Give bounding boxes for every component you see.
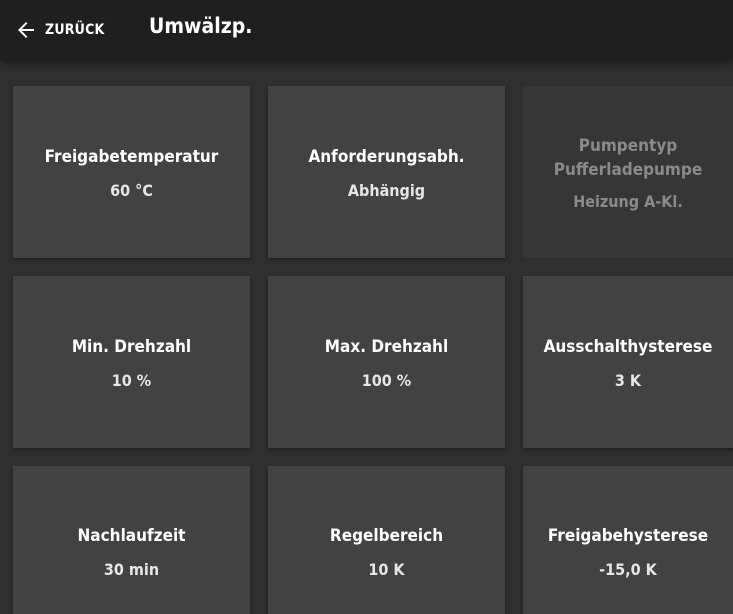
- tile-label: Min. Drehzahl: [71, 336, 192, 357]
- tile-value: 10 %: [111, 370, 152, 390]
- tile-label-line-1: Pumpentyp: [578, 135, 678, 156]
- tile-label: Max. Drehzahl: [324, 336, 449, 357]
- tile-label: Freigabetemperatur: [44, 146, 219, 167]
- back-button[interactable]: ZURÜCK: [14, 17, 105, 43]
- tile-label: Regelbereich: [329, 525, 444, 546]
- tile-value: 10 K: [368, 559, 405, 579]
- tile-label: Freigabehysterese: [547, 525, 709, 546]
- tile-freigabetemperatur[interactable]: Freigabetemperatur 60 °C: [13, 86, 250, 258]
- tile-value: 30 min: [103, 559, 160, 579]
- tile-value: 3 K: [614, 370, 642, 390]
- tile-label-line-2: Pufferladepumpe: [553, 159, 703, 180]
- tile-value: -15,0 K: [599, 559, 657, 579]
- tile-value: Heizung A-Kl.: [573, 191, 683, 211]
- tile-max-drehzahl[interactable]: Max. Drehzahl 100 %: [268, 276, 505, 448]
- tile-value: Abhängig: [347, 180, 426, 200]
- tile-value: 100 %: [361, 370, 412, 390]
- tile-freigabehysterese[interactable]: Freigabehysterese -15,0 K: [523, 466, 733, 614]
- app-header: ZURÜCK Umwälzp.: [0, 0, 733, 60]
- tile-min-drehzahl[interactable]: Min. Drehzahl 10 %: [13, 276, 250, 448]
- page-title: Umwälzp.: [149, 14, 253, 38]
- tile-anforderungsabh[interactable]: Anforderungsabh. Abhängig: [268, 86, 505, 258]
- tile-pumpentyp: Pumpentyp Pufferladepumpe Heizung A-Kl.: [523, 86, 733, 258]
- tile-label: Nachlaufzeit: [77, 525, 186, 546]
- tile-ausschalthysterese[interactable]: Ausschalthysterese 3 K: [523, 276, 733, 448]
- tile-nachlaufzeit[interactable]: Nachlaufzeit 30 min: [13, 466, 250, 614]
- arrow-left-icon: [14, 18, 38, 42]
- back-label: ZURÜCK: [45, 22, 105, 38]
- tile-label: Anforderungsabh.: [308, 146, 465, 167]
- tile-label: Ausschalthysterese: [543, 336, 713, 357]
- tile-regelbereich[interactable]: Regelbereich 10 K: [268, 466, 505, 614]
- tile-label: Pumpentyp Pufferladepumpe: [554, 134, 702, 182]
- tile-value: 60 °C: [110, 180, 153, 200]
